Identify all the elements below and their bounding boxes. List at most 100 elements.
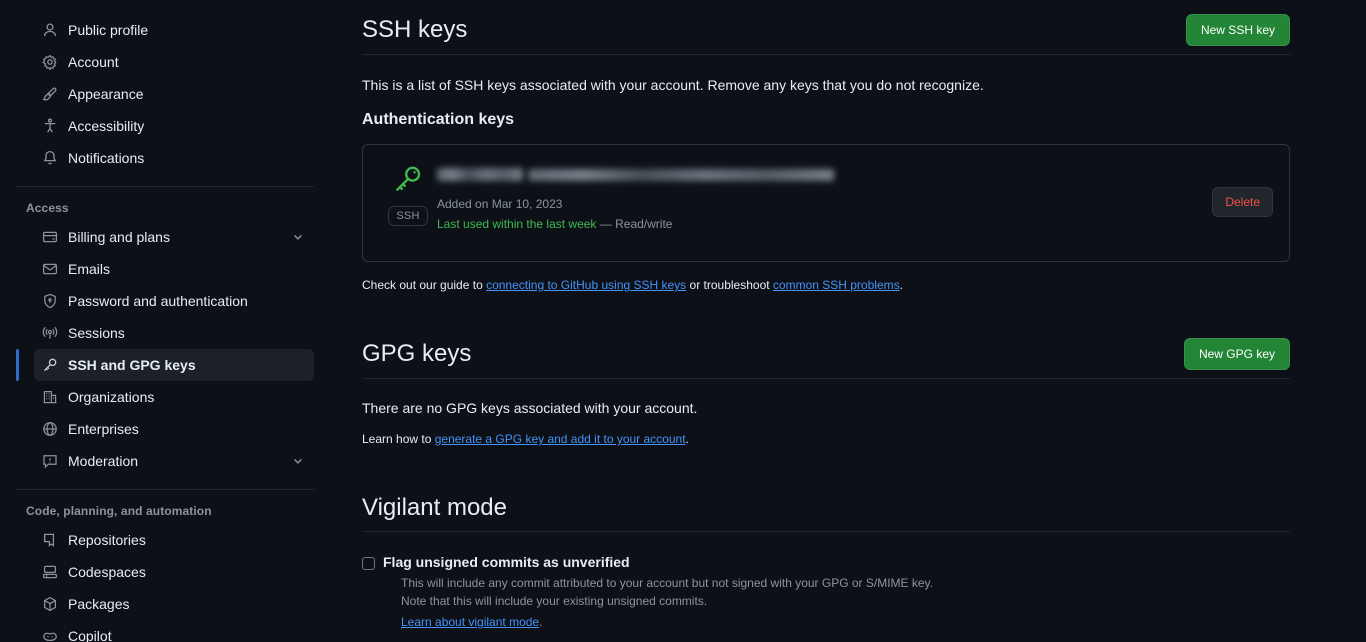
- guide-suffix-text: .: [899, 278, 903, 292]
- sidebar-item-organizations[interactable]: Organizations: [34, 381, 314, 413]
- ssh-key-fingerprint: SHA256:qvn3Wb3tMa2rzVhJdgA7SRjJfx8FHdqSo…: [527, 169, 835, 181]
- ssh-type-badge: SSH: [388, 206, 428, 226]
- sidebar-item-billing-and-plans[interactable]: Billing and plans: [34, 221, 314, 253]
- sidebar-item-label: Accessibility: [68, 118, 145, 134]
- generate-gpg-key-link[interactable]: generate a GPG key and add it to your ac…: [435, 432, 686, 446]
- gear-icon: [42, 54, 58, 70]
- sidebar-item-account[interactable]: Account: [34, 46, 314, 78]
- ssh-keys-description: This is a list of SSH keys associated wi…: [362, 77, 984, 93]
- ssh-key-last-used: Last used within the last week: [437, 217, 597, 231]
- package-icon: [42, 596, 58, 612]
- paintbrush-icon: [42, 86, 58, 102]
- sidebar-item-label: Appearance: [68, 86, 144, 102]
- report-icon: [42, 453, 58, 469]
- credit-card-icon: [42, 229, 58, 245]
- sidebar-section-code-title: Code, planning, and automation: [26, 504, 212, 518]
- sidebar-item-label: Organizations: [68, 389, 155, 405]
- ssh-guide-note: Check out our guide to connecting to Git…: [362, 278, 1290, 292]
- sidebar-section-access-title: Access: [26, 201, 69, 215]
- sidebar-item-label: Billing and plans: [68, 229, 170, 245]
- organization-icon: [42, 389, 58, 405]
- chevron-down-icon[interactable]: [290, 453, 306, 469]
- sidebar-item-label: Repositories: [68, 532, 146, 548]
- sidebar-item-ssh-and-gpg-keys[interactable]: SSH and GPG keys: [16, 349, 314, 381]
- person-icon: [42, 22, 58, 38]
- vigilant-learn-line: Learn about vigilant mode.: [401, 613, 1290, 631]
- sidebar-item-repositories[interactable]: Repositories: [34, 524, 314, 556]
- ssh-key-card: SSH james@james SHA256:qvn3Wb3tMa2rzVhJd…: [362, 144, 1290, 262]
- vigilant-mode-row: Flag unsigned commits as unverified This…: [362, 554, 1290, 631]
- guide-middle-text: or troubleshoot: [686, 278, 773, 292]
- sidebar-item-label: Password and authentication: [68, 293, 248, 309]
- chevron-down-icon[interactable]: [290, 229, 306, 245]
- sidebar-item-emails[interactable]: Emails: [34, 253, 314, 285]
- gpg-learn-suffix: .: [685, 432, 689, 446]
- delete-ssh-key-button[interactable]: Delete: [1212, 187, 1273, 217]
- page-title: SSH keys: [362, 16, 468, 43]
- gpg-keys-section: GPG keys New GPG key There are no GPG ke…: [362, 338, 1290, 446]
- ssh-key-badge-column: SSH: [379, 161, 437, 226]
- sidebar-item-label: Sessions: [68, 325, 125, 341]
- ssh-keys-header: SSH keys New SSH key: [362, 14, 1290, 55]
- sidebar-item-public-profile[interactable]: Public profile: [34, 14, 314, 46]
- sidebar-item-label: Packages: [68, 596, 130, 612]
- ssh-key-access-level: — Read/write: [599, 217, 673, 231]
- ssh-key-meta: Added on Mar 10, 2023 Last used within t…: [437, 194, 1212, 234]
- guide-prefix-text: Check out our guide to: [362, 278, 487, 292]
- new-ssh-key-button[interactable]: New SSH key: [1185, 14, 1290, 46]
- sidebar-item-label: Copilot: [68, 628, 112, 642]
- main-content: SSH keys New SSH key This is a list of S…: [330, 0, 1366, 642]
- ssh-key-title: james@james: [437, 168, 524, 181]
- vigilant-mode-header: Vigilant mode: [362, 493, 1290, 532]
- vigilant-title: Vigilant mode: [362, 494, 507, 521]
- ssh-key-info: james@james SHA256:qvn3Wb3tMa2rzVhJdgA7S…: [437, 161, 1212, 234]
- sidebar-item-label: SSH and GPG keys: [68, 357, 196, 373]
- vigilant-checkbox-label: Flag unsigned commits as unverified: [383, 554, 630, 570]
- sidebar-item-packages[interactable]: Packages: [34, 588, 314, 620]
- gpg-keys-header: GPG keys New GPG key: [362, 338, 1290, 379]
- mail-icon: [42, 261, 58, 277]
- sidebar-item-label: Public profile: [68, 22, 149, 38]
- gpg-learn-note: Learn how to generate a GPG key and add …: [362, 432, 1290, 446]
- key-icon: [42, 357, 58, 373]
- copilot-icon: [42, 628, 58, 642]
- sidebar-item-appearance[interactable]: Appearance: [34, 78, 314, 110]
- sidebar-item-password-and-authentication[interactable]: Password and authentication: [34, 285, 314, 317]
- new-gpg-key-button[interactable]: New GPG key: [1183, 338, 1290, 370]
- repo-icon: [42, 532, 58, 548]
- sidebar-item-accessibility[interactable]: Accessibility: [34, 110, 314, 142]
- sidebar-item-notifications[interactable]: Notifications: [34, 142, 314, 174]
- broadcast-icon: [42, 325, 58, 341]
- globe-icon: [42, 421, 58, 437]
- sidebar-item-codespaces[interactable]: Codespaces: [34, 556, 314, 588]
- ssh-key-actions: Delete: [1212, 161, 1273, 217]
- flag-unsigned-commits-checkbox[interactable]: [362, 557, 375, 570]
- vigilant-learn-suffix: .: [539, 615, 543, 629]
- learn-about-vigilant-mode-link[interactable]: Learn about vigilant mode: [401, 615, 539, 629]
- accessibility-icon: [42, 118, 58, 134]
- ssh-key-added-date: Added on Mar 10, 2023: [437, 197, 563, 211]
- settings-sidebar: Public profile Account Appearance Access…: [0, 0, 330, 642]
- codespaces-icon: [42, 564, 58, 580]
- gpg-empty-text: There are no GPG keys associated with yo…: [362, 400, 698, 416]
- sidebar-item-label: Emails: [68, 261, 111, 277]
- vigilant-mode-body: Flag unsigned commits as unverified This…: [383, 554, 1290, 631]
- vigilant-mode-section: Vigilant mode Flag unsigned commits as u…: [362, 493, 1290, 631]
- sidebar-item-moderation[interactable]: Moderation: [34, 445, 314, 477]
- bell-icon: [42, 150, 58, 166]
- settings-page: Public profile Account Appearance Access…: [0, 0, 1366, 642]
- gpg-title: GPG keys: [362, 340, 472, 367]
- connecting-to-github-link[interactable]: connecting to GitHub using SSH keys: [486, 278, 686, 292]
- authentication-keys-heading: Authentication keys: [362, 111, 515, 128]
- sidebar-item-copilot[interactable]: Copilot: [34, 620, 314, 642]
- sidebar-code-group: Repositories Codespaces Packages Copilot: [0, 524, 330, 642]
- sidebar-item-sessions[interactable]: Sessions: [34, 317, 314, 349]
- sidebar-access-group: Billing and plans Emails Password and au…: [0, 221, 330, 477]
- sidebar-item-label: Account: [68, 54, 119, 70]
- sidebar-item-enterprises[interactable]: Enterprises: [34, 413, 314, 445]
- vigilant-desc-line-1: This will include any commit attributed …: [401, 576, 934, 590]
- vigilant-description: This will include any commit attributed …: [383, 574, 1290, 631]
- gpg-learn-prefix: Learn how to: [362, 432, 435, 446]
- common-ssh-problems-link[interactable]: common SSH problems: [773, 278, 900, 292]
- shield-lock-icon: [42, 293, 58, 309]
